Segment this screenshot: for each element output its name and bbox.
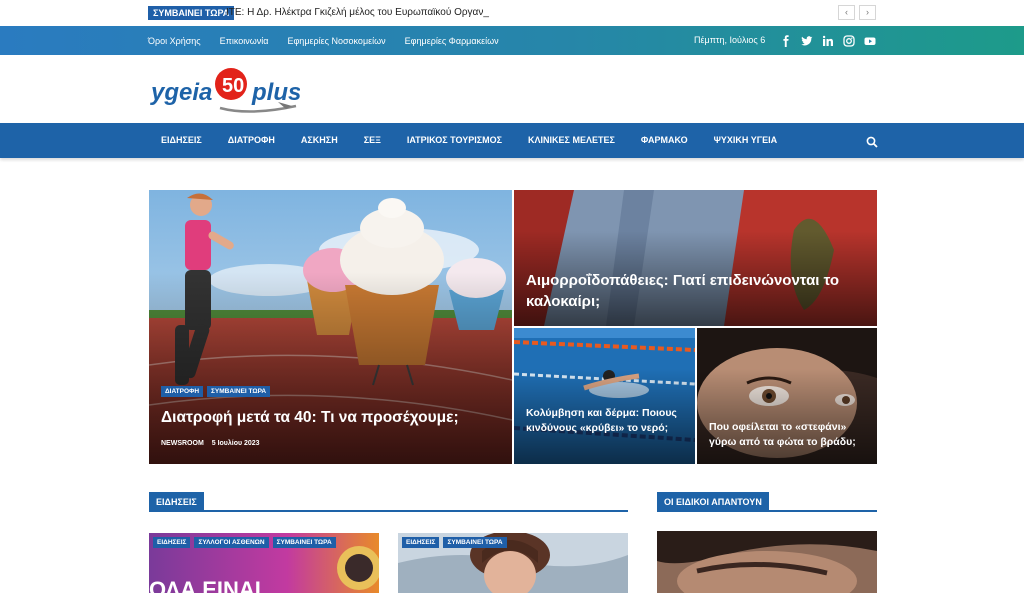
logo-number: 50 — [222, 75, 244, 97]
logo-text-right: plus — [251, 79, 300, 106]
news-card-2[interactable]: ΕΙΔΗΣΕΙΣ ΣΥΜΒΑΙΝΕΙ ΤΩΡΑ — [398, 533, 628, 593]
tag-news[interactable]: ΕΙΔΗΣΕΙΣ — [153, 537, 191, 548]
article-author[interactable]: NEWSROOM — [161, 440, 204, 447]
top-link-terms[interactable]: Όροι Χρήσης — [148, 36, 201, 46]
hero-bottom-right-title[interactable]: Που οφείλεται το «στεφάνι» γύρω από τα φ… — [709, 420, 871, 450]
top-links: Όροι Χρήσης Επικοινωνία Εφημερίες Νοσοκο… — [148, 26, 499, 55]
hero-bottom-left-title[interactable]: Κολύμβηση και δέρμα: Ποιους κινδύνους «κ… — [526, 406, 688, 436]
nav-item-news[interactable]: ΕΙΔΗΣΕΙΣ — [148, 123, 215, 158]
linkedin-icon[interactable] — [822, 35, 834, 47]
facebook-icon[interactable] — [780, 34, 792, 47]
tag-news[interactable]: ΕΙΔΗΣΕΙΣ — [402, 537, 440, 548]
hero-main-article[interactable]: ΔΙΑΤΡΟΦΗ ΣΥΜΒΑΙΝΕΙ ΤΩΡΑ Διατροφή μετά τα… — [149, 190, 512, 464]
nav-item-nutrition[interactable]: ΔΙΑΤΡΟΦΗ — [215, 123, 288, 158]
article-date: 5 Ιουλίου 2023 — [211, 440, 260, 447]
ticker-prev-button[interactable]: ‹ — [838, 5, 855, 20]
news-card-1[interactable]: ΟΛΑ ΕΙΝΑΙ ΕΙΔΗΣΕΙΣ ΣΥΛΛΟΓΟΙ ΑΣΘΕΝΩΝ ΣΥΜΒ… — [149, 533, 379, 593]
site-logo[interactable]: 50 ygeia plus — [150, 64, 301, 116]
top-link-hospitals[interactable]: Εφημερίες Νοσοκομείων — [287, 36, 385, 46]
youtube-icon[interactable] — [864, 35, 876, 47]
section-news-title[interactable]: ΕΙΔΗΣΕΙΣ — [149, 492, 204, 512]
tag-happening-now[interactable]: ΣΥΜΒΑΙΝΕΙ ΤΩΡΑ — [443, 537, 507, 548]
instagram-icon[interactable] — [843, 34, 855, 47]
tag-nutrition[interactable]: ΔΙΑΤΡΟΦΗ — [161, 386, 204, 397]
top-link-contact[interactable]: Επικοινωνία — [220, 36, 269, 46]
breaking-news-ticker: ΣΥΜΒΑΙΝΕΙ ΤΩΡΑ ΙΤΕ: Η Δρ. Ηλέκτρα Γκιζελ… — [0, 0, 1024, 26]
nav-item-medical-tourism[interactable]: ΙΑΤΡΙΚΟΣ ΤΟΥΡΙΣΜΟΣ — [394, 123, 515, 158]
section-news-header: ΕΙΔΗΣΕΙΣ — [149, 492, 628, 512]
hero-bottom-left-article[interactable]: Κολύμβηση και δέρμα: Ποιους κινδύνους «κ… — [514, 328, 695, 464]
nav-item-sex[interactable]: ΣΕΞ — [351, 123, 394, 158]
hero-bottom-right-article[interactable]: Που οφείλεται το «στεφάνι» γύρω από τα φ… — [697, 328, 877, 464]
nav-item-mental-health[interactable]: ΨΥΧΙΚΗ ΥΓΕΙΑ — [701, 123, 791, 158]
hero-top-article[interactable]: Αιμορροΐδοπάθειες: Γιατί επιδεινώνονται … — [514, 190, 877, 326]
top-bar: Όροι Χρήσης Επικοινωνία Εφημερίες Νοσοκο… — [0, 26, 1024, 55]
hero-main-meta: NEWSROOM 5 Ιουλίου 2023 — [161, 440, 260, 447]
tag-happening-now[interactable]: ΣΥΜΒΑΙΝΕΙ ΤΩΡΑ — [207, 386, 271, 397]
section-experts-header: ΟΙ ΕΙΔΙΚΟΙ ΑΠΑΝΤΟΥΝ — [657, 492, 877, 512]
hero-main-title[interactable]: Διατροφή μετά τα 40: Τι να προσέχουμε; — [161, 408, 501, 428]
tag-patient-associations[interactable]: ΣΥΛΛΟΓΟΙ ΑΣΘΕΝΩΝ — [194, 537, 269, 548]
social-links — [780, 26, 876, 55]
nav-item-exercise[interactable]: ΑΣΚΗΣΗ — [288, 123, 351, 158]
hero-top-title[interactable]: Αιμορροΐδοπάθειες: Γιατί επιδεινώνονται … — [526, 270, 866, 312]
search-icon[interactable] — [866, 135, 878, 148]
logo-area: 50 ygeia plus — [0, 55, 1024, 123]
current-date: Πέμπτη, Ιούλιος 6 — [694, 35, 766, 45]
tag-happening-now[interactable]: ΣΥΜΒΑΙΝΕΙ ΤΩΡΑ — [272, 537, 336, 548]
ticker-headline-link[interactable]: ΙΤΕ: Η Δρ. Ηλέκτρα Γκιζελή μέλος του Ευρ… — [226, 6, 489, 20]
news-card-2-tags: ΕΙΔΗΣΕΙΣ ΣΥΜΒΑΙΝΕΙ ΤΩΡΑ — [402, 537, 507, 548]
experts-card-1[interactable] — [657, 531, 877, 593]
experts-card-1-image — [657, 531, 877, 593]
nav-item-medicine[interactable]: ΦΑΡΜΑΚΟ — [628, 123, 701, 158]
news-card-1-image-text: ΟΛΑ ΕΙΝΑΙ — [149, 577, 261, 593]
ticker-next-button[interactable]: › — [859, 5, 876, 20]
ticker-badge: ΣΥΜΒΑΙΝΕΙ ΤΩΡΑ — [148, 6, 235, 20]
logo-text-left: ygeia — [150, 79, 212, 106]
news-card-1-tags: ΕΙΔΗΣΕΙΣ ΣΥΛΛΟΓΟΙ ΑΣΘΕΝΩΝ ΣΥΜΒΑΙΝΕΙ ΤΩΡΑ — [153, 537, 336, 548]
ticker-controls: ‹ › — [838, 5, 876, 20]
nav-item-clinical-studies[interactable]: ΚΛΙΝΙΚΕΣ ΜΕΛΕΤΕΣ — [515, 123, 628, 158]
main-navigation: ΕΙΔΗΣΕΙΣ ΔΙΑΤΡΟΦΗ ΑΣΚΗΣΗ ΣΕΞ ΙΑΤΡΙΚΟΣ ΤΟ… — [0, 123, 1024, 158]
top-link-pharmacies[interactable]: Εφημερίες Φαρμακείων — [405, 36, 499, 46]
twitter-icon[interactable] — [801, 35, 813, 47]
hero-main-tags: ΔΙΑΤΡΟΦΗ ΣΥΜΒΑΙΝΕΙ ΤΩΡΑ — [161, 386, 271, 397]
section-experts-title[interactable]: ΟΙ ΕΙΔΙΚΟΙ ΑΠΑΝΤΟΥΝ — [657, 492, 769, 512]
